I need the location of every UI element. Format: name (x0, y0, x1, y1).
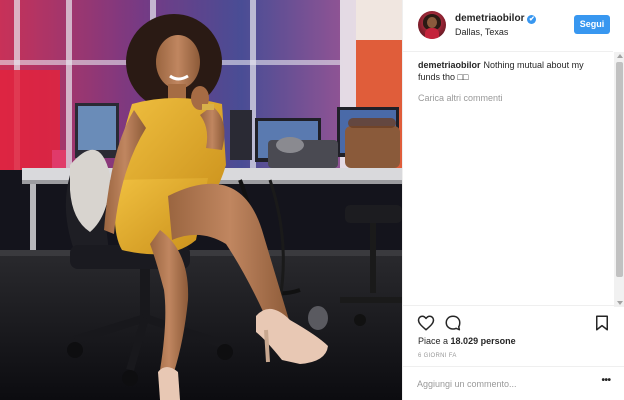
post-location[interactable]: Dallas, Texas (455, 27, 508, 37)
avatar[interactable] (418, 11, 446, 39)
comments-section: demetriaobilor Nothing mutual about my fu… (418, 59, 608, 103)
post-sidebar: demetriaobilor ✔ Dallas, Texas Segui deme… (402, 0, 624, 400)
avatar-dress (425, 28, 439, 39)
load-more-comments-link[interactable]: Carica altri commenti (418, 93, 608, 103)
post-photo-illustration (0, 0, 402, 400)
likes-count[interactable]: Piace a 18.029 persone (418, 336, 516, 346)
avatar-face (427, 17, 437, 28)
verified-icon: ✔ (527, 15, 537, 24)
heart-icon[interactable] (417, 314, 435, 332)
scroll-up-arrow-icon[interactable] (617, 54, 623, 58)
speech-bubble-icon[interactable] (444, 314, 462, 332)
post-actions: Piace a 18.029 persone 6 GIORNI FA (403, 305, 624, 365)
post-photo[interactable] (0, 0, 402, 400)
caption-username[interactable]: demetriaobilor (418, 60, 481, 70)
more-options-button[interactable]: ••• (599, 376, 613, 390)
likes-suffix[interactable]: persone (481, 336, 516, 346)
likes-number[interactable]: 18.029 (451, 336, 479, 346)
username-text[interactable]: demetriaobilor (455, 13, 524, 24)
follow-button[interactable]: Segui (574, 15, 610, 34)
post-username[interactable]: demetriaobilor ✔ (455, 13, 537, 24)
post-header: demetriaobilor ✔ Dallas, Texas Segui (403, 0, 613, 52)
post-timestamp[interactable]: 6 GIORNI FA (418, 353, 457, 359)
comment-input[interactable] (417, 376, 587, 392)
likes-prefix: Piace a (418, 336, 449, 346)
bookmark-icon[interactable] (593, 314, 611, 332)
add-comment-bar: ••• (403, 366, 624, 400)
post-caption: demetriaobilor Nothing mutual about my fu… (418, 59, 608, 83)
scrollbar-thumb[interactable] (616, 62, 623, 277)
comments-scrollbar[interactable] (614, 52, 624, 307)
